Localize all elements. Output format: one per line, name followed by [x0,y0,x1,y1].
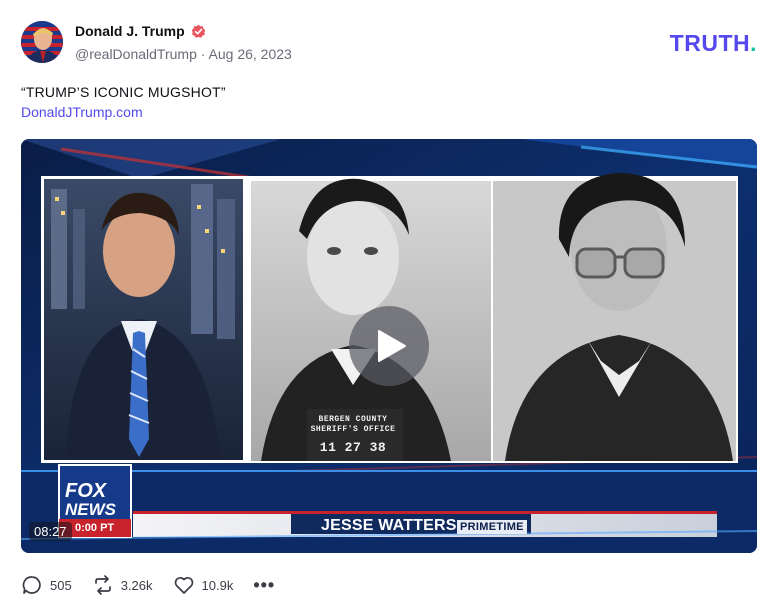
verified-badge-icon [191,24,206,39]
video-duration: 08:27 [29,522,72,541]
reply-icon [22,576,41,594]
truth-social-logo[interactable]: TRUTH. [670,30,757,57]
author-name[interactable]: Donald J. Trump [75,23,185,39]
avatar-image [21,21,63,63]
sign-number: 11 27 38 [319,440,387,455]
truth-post: Donald J. Trump @realDonaldTrump · Aug 2… [0,0,778,615]
video-player[interactable]: BERGEN COUNTY SHERIFF'S OFFICE 11 27 38 … [21,139,757,553]
author-block: Donald J. Trump @realDonaldTrump · Aug 2… [75,22,292,62]
retruth-button[interactable]: 3.26k [92,574,153,596]
handle-and-date[interactable]: @realDonaldTrump · Aug 26, 2023 [75,46,292,62]
network-logo-bottom: NEWS [65,500,116,519]
action-bar: 505 3.26k 10.9k ••• [21,574,275,596]
post-text: “TRUMP’S ICONIC MUGSHOT” [21,84,226,100]
reply-button[interactable]: 505 [21,574,72,596]
play-icon [378,330,406,362]
like-button[interactable]: 10.9k [173,574,234,596]
play-button[interactable] [349,306,429,386]
network-time: 0:00 PT [75,522,115,534]
heart-icon [174,577,193,594]
logo-text: TRUTH [669,30,751,56]
more-icon[interactable]: ••• [253,576,275,594]
retruth-icon [94,575,111,595]
sign-line-2: SHERIFF'S OFFICE [310,425,396,434]
post-link[interactable]: DonaldJTrump.com [21,104,143,120]
logo-dot: . [750,30,757,56]
sign-line-1: BERGEN COUNTY [318,415,388,424]
author-name-row: Donald J. Trump [75,22,292,40]
reply-count: 505 [50,577,72,593]
retruth-count: 3.26k [120,577,153,593]
chyron-show: JESSE WATTERS [321,517,457,534]
like-count: 10.9k [201,577,234,593]
chyron-sub: PRIMETIME [457,520,527,534]
avatar[interactable] [21,21,63,63]
